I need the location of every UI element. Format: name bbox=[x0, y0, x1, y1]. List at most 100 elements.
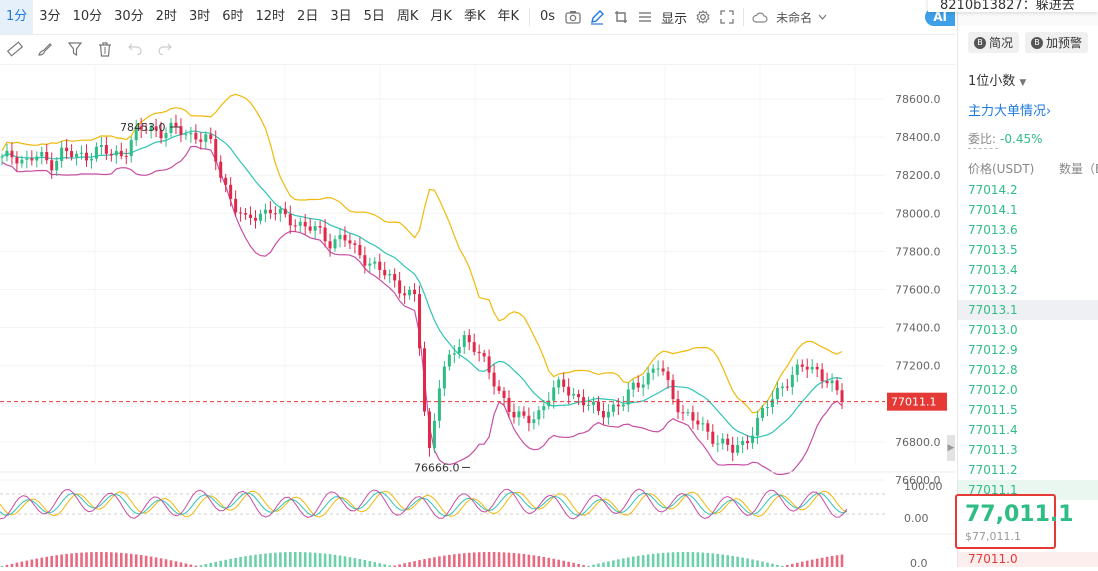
crop-icon[interactable] bbox=[609, 0, 633, 34]
chevron-down-icon[interactable] bbox=[816, 0, 828, 34]
macd-bar bbox=[766, 562, 769, 567]
macd-bar bbox=[288, 552, 292, 567]
orderbook-panel: B 简况 B 加预警 1位小数 ▼ 主力大单情况› 委比: -0.45% 价格(USD… bbox=[955, 0, 1098, 567]
ask-row[interactable]: 77013.5 bbox=[958, 240, 1098, 260]
candle-body bbox=[258, 213, 262, 221]
timeframe-7[interactable]: 12时 bbox=[250, 0, 292, 34]
collapse-panel-tab[interactable]: ▶ bbox=[947, 435, 955, 461]
candle-body bbox=[447, 354, 451, 367]
tab-brief[interactable]: B 简况 bbox=[968, 32, 1020, 53]
candle-body bbox=[393, 274, 397, 281]
timeframe-9[interactable]: 3日 bbox=[324, 0, 357, 34]
macd-bar bbox=[323, 553, 327, 567]
macd-bar bbox=[671, 552, 675, 567]
bitcoin-icon: B bbox=[1031, 36, 1044, 49]
candle-body bbox=[244, 213, 248, 215]
pen-icon[interactable] bbox=[585, 0, 609, 34]
brush-icon[interactable] bbox=[30, 34, 60, 64]
candle-body bbox=[373, 261, 377, 264]
macd-bar bbox=[607, 561, 610, 567]
candle-body bbox=[403, 293, 407, 296]
ask-row[interactable]: 77014.2 bbox=[958, 180, 1098, 200]
macd-bar bbox=[159, 558, 163, 567]
ask-row[interactable]: 77013.4 bbox=[958, 260, 1098, 280]
redo-icon[interactable] bbox=[150, 34, 180, 64]
candle-body bbox=[15, 157, 19, 164]
fullscreen-icon[interactable] bbox=[715, 0, 739, 34]
timeframe-12[interactable]: 月K bbox=[424, 0, 458, 34]
macd-bar bbox=[279, 552, 282, 567]
candle-body bbox=[726, 438, 730, 445]
timeframe-8[interactable]: 2日 bbox=[291, 0, 324, 34]
candle-body bbox=[234, 198, 238, 213]
macd-bar bbox=[527, 554, 531, 567]
candle-body bbox=[343, 234, 347, 241]
ask-row[interactable]: 77011.3 bbox=[958, 440, 1098, 460]
macd-bar bbox=[756, 560, 759, 567]
timeframe-10[interactable]: 5日 bbox=[358, 0, 391, 34]
filter-icon[interactable] bbox=[60, 34, 90, 64]
kline-chart[interactable]: 78600.0 78400.0 78200.0 78000.0 77800.0 77600… bbox=[0, 64, 955, 570]
ask-row[interactable]: 77014.1 bbox=[958, 200, 1098, 220]
timeframe-4[interactable]: 2时 bbox=[150, 0, 183, 34]
display-menu[interactable]: 显示 bbox=[657, 8, 691, 27]
candle-body bbox=[288, 214, 292, 226]
ruler-icon[interactable] bbox=[0, 34, 30, 64]
macd-bar bbox=[438, 556, 441, 567]
decimal-label: 1位小数 bbox=[968, 74, 1016, 89]
timeframe-14[interactable]: 年K bbox=[491, 0, 525, 34]
decimal-selector[interactable]: 1位小数 ▼ bbox=[968, 70, 1026, 89]
ask-row[interactable]: 77011.5 bbox=[958, 400, 1098, 420]
timeframe-13[interactable]: 季K bbox=[458, 0, 492, 34]
kline-chart-canvas[interactable]: 78600.0 78400.0 78200.0 78000.0 77800.0 77600… bbox=[0, 64, 955, 570]
ask-row[interactable]: 77012.0 bbox=[958, 380, 1098, 400]
camera-icon[interactable] bbox=[561, 0, 585, 34]
candle-body bbox=[452, 353, 456, 355]
ask-row[interactable]: 77012.8 bbox=[958, 360, 1098, 380]
macd-bar bbox=[348, 557, 352, 567]
macd-bar bbox=[840, 554, 844, 567]
candle-body bbox=[94, 146, 98, 159]
candle-body bbox=[527, 415, 531, 424]
timeframe-1[interactable]: 3分 bbox=[33, 0, 66, 34]
candle-body bbox=[219, 161, 223, 178]
big-orders-link[interactable]: 主力大单情况› bbox=[968, 100, 1051, 119]
ask-row[interactable]: 77013.2 bbox=[958, 280, 1098, 300]
timeframe-3[interactable]: 30分 bbox=[108, 0, 150, 34]
candle-body bbox=[706, 423, 710, 432]
ask-row[interactable]: 77011.2 bbox=[958, 460, 1098, 480]
candle-body bbox=[457, 346, 461, 354]
candle-body bbox=[711, 431, 715, 444]
candle-body bbox=[482, 352, 486, 357]
undo-icon[interactable] bbox=[120, 34, 150, 64]
tab-add-alert[interactable]: B 加预警 bbox=[1025, 32, 1089, 53]
timeframe-2[interactable]: 10分 bbox=[67, 0, 109, 34]
ask-row[interactable]: 77012.9 bbox=[958, 340, 1098, 360]
col-qty-header: 数量（B bbox=[1059, 162, 1098, 176]
layout-name-selector[interactable]: 未命名 bbox=[772, 9, 816, 26]
macd-bar bbox=[726, 555, 730, 567]
macd-bar bbox=[517, 553, 521, 567]
macd-bar bbox=[602, 562, 605, 567]
macd-bar bbox=[249, 555, 252, 567]
candle-body bbox=[363, 255, 367, 266]
gear-icon[interactable] bbox=[691, 0, 715, 34]
ask-row[interactable]: 77013.6 bbox=[958, 220, 1098, 240]
timeframe-5[interactable]: 3时 bbox=[183, 0, 216, 34]
timeframe-0[interactable]: 1分 bbox=[0, 0, 34, 34]
macd-bar bbox=[338, 555, 342, 567]
candle-body bbox=[790, 374, 794, 387]
bid-row[interactable]: 77011.0 bbox=[958, 552, 1098, 567]
ask-row[interactable]: 77011.4 bbox=[958, 420, 1098, 440]
ask-row[interactable]: 77013.1 bbox=[958, 300, 1098, 320]
timeframe-11[interactable]: 周K bbox=[391, 0, 425, 34]
ask-row[interactable]: 77013.0 bbox=[958, 320, 1098, 340]
layout-icon[interactable] bbox=[633, 0, 657, 34]
macd-bar bbox=[368, 561, 372, 567]
trash-icon[interactable] bbox=[90, 34, 120, 64]
candle-body bbox=[606, 411, 610, 418]
current-price-label: 77011.1 bbox=[891, 396, 937, 409]
candle-body bbox=[308, 226, 312, 231]
macd-bar bbox=[85, 552, 88, 567]
timeframe-6[interactable]: 6时 bbox=[216, 0, 249, 34]
